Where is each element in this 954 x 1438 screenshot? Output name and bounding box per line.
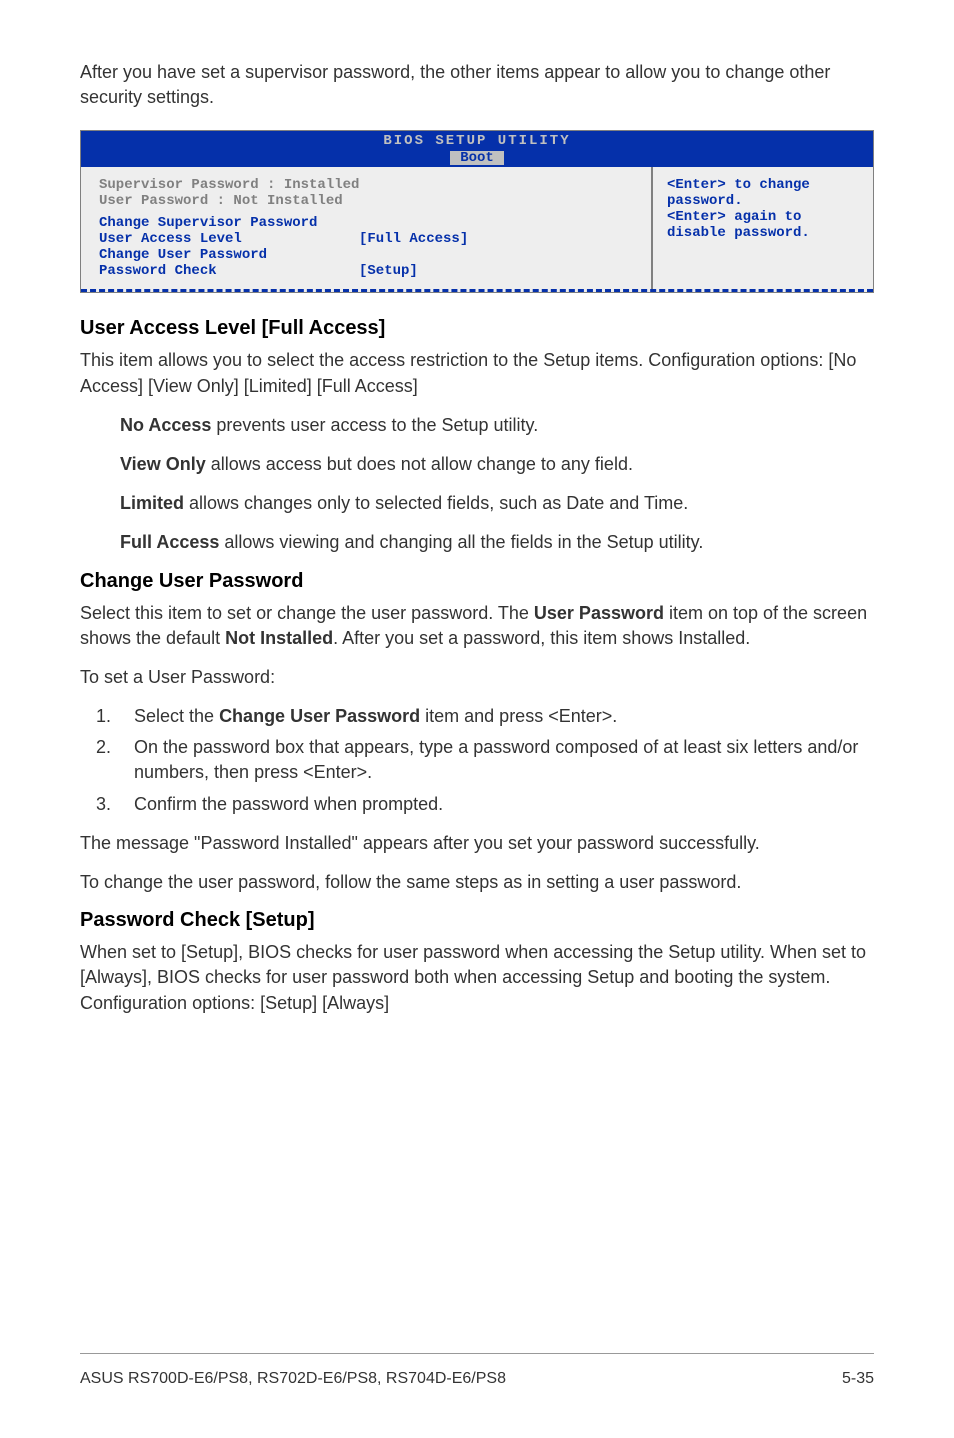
password-check-label: Password Check [99,263,359,279]
bios-left-pane: Supervisor Password : Installed User Pas… [81,167,653,289]
change-user-password-para1: Select this item to set or change the us… [80,601,874,651]
step-3: Confirm the password when prompted. [116,792,874,817]
bios-title: BIOS SETUP UTILITY [81,133,873,149]
def-full-access: Full Access allows viewing and changing … [120,530,874,555]
heading-user-access-level: User Access Level [Full Access] [80,317,874,340]
set-user-password-intro: To set a User Password: [80,665,874,690]
user-access-level-label: User Access Level [99,231,359,247]
password-check-description: When set to [Setup], BIOS checks for use… [80,940,874,1016]
supervisor-password-status: Supervisor Password : Installed [99,177,633,193]
change-password-followup: To change the user password, follow the … [80,870,874,895]
password-check-value: [Setup] [359,263,418,279]
user-access-level-description: This item allows you to select the acces… [80,348,874,398]
password-installed-msg: The message "Password Installed" appears… [80,831,874,856]
heading-password-check: Password Check [Setup] [80,909,874,932]
footer-page-number: 5-35 [842,1370,874,1388]
bios-tab-boot: Boot [450,151,504,165]
step-2: On the password box that appears, type a… [116,735,874,785]
step-1: Select the Change User Password item and… [116,704,874,729]
bios-help-text2: <Enter> again to disable password. [667,209,859,241]
bios-body: Supervisor Password : Installed User Pas… [81,167,873,292]
bios-screenshot: BIOS SETUP UTILITY Boot Supervisor Passw… [80,130,874,293]
intro-paragraph: After you have set a supervisor password… [80,60,874,110]
def-no-access: No Access prevents user access to the Se… [120,413,874,438]
bios-header: BIOS SETUP UTILITY Boot [81,131,873,167]
user-password-status: User Password : Not Installed [99,193,633,209]
page-footer: ASUS RS700D-E6/PS8, RS702D-E6/PS8, RS704… [80,1353,874,1388]
change-user-password-item: Change User Password [99,247,633,263]
def-limited: Limited allows changes only to selected … [120,491,874,516]
bios-help-text1: <Enter> to change password. [667,177,859,209]
heading-change-user-password: Change User Password [80,570,874,593]
steps-list: Select the Change User Password item and… [116,704,874,817]
user-access-level-item: User Access Level [Full Access] [99,231,633,247]
footer-product: ASUS RS700D-E6/PS8, RS702D-E6/PS8, RS704… [80,1370,506,1388]
bios-help-pane: <Enter> to change password. <Enter> agai… [653,167,873,289]
def-view-only: View Only allows access but does not all… [120,452,874,477]
change-supervisor-password-item: Change Supervisor Password [99,215,633,231]
password-check-item: Password Check [Setup] [99,263,633,279]
user-access-level-value: [Full Access] [359,231,468,247]
